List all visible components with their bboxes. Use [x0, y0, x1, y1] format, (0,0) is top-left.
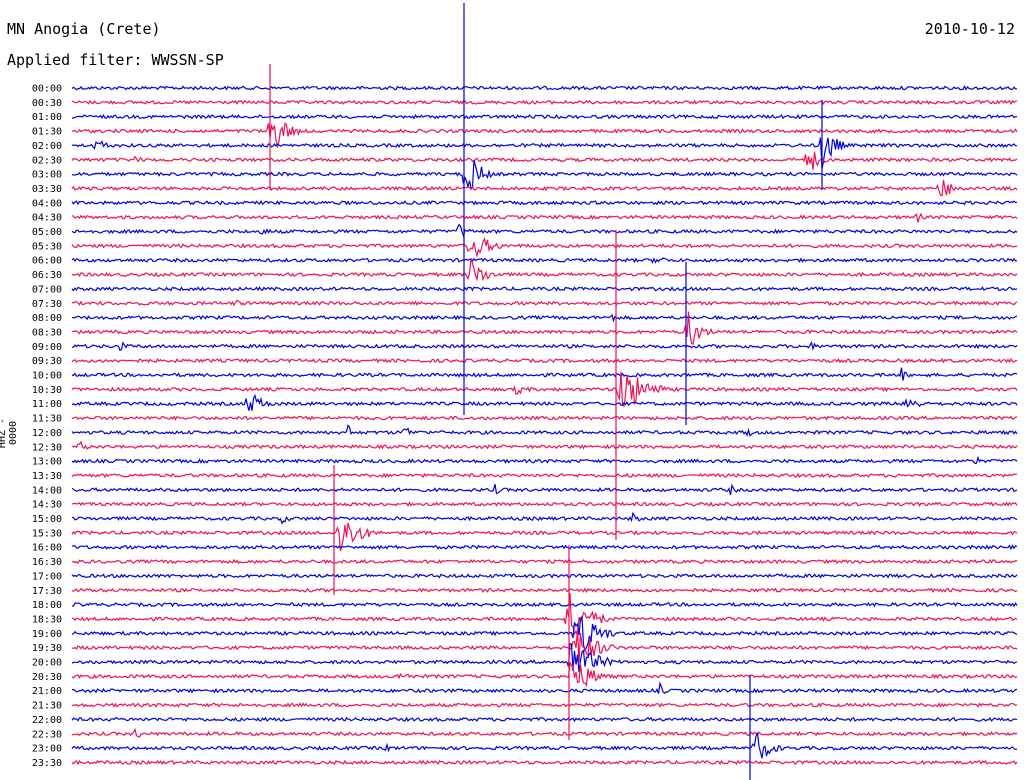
time-label: 21:30 — [32, 701, 62, 712]
time-label: 19:00 — [32, 629, 62, 640]
trace-line — [71, 727, 1018, 738]
time-label: 14:30 — [32, 500, 62, 511]
trace-line — [71, 592, 1018, 637]
trace-line — [71, 716, 1018, 723]
trace-line — [71, 137, 1018, 169]
time-label: 10:00 — [32, 371, 62, 382]
trace-line — [71, 483, 1018, 496]
trace-line — [71, 511, 1018, 525]
time-label: 18:30 — [32, 614, 62, 625]
trace-line — [71, 367, 1018, 381]
trace-line — [71, 601, 1018, 608]
trace-line — [71, 199, 1018, 206]
time-label: 19:30 — [32, 643, 62, 654]
trace-line — [71, 299, 1018, 307]
trace-line — [71, 85, 1018, 91]
trace-line — [71, 544, 1018, 551]
trace-line — [71, 122, 1018, 149]
time-label: 06:00 — [32, 256, 62, 267]
trace-line — [71, 681, 1018, 695]
time-label: 02:30 — [32, 155, 62, 166]
time-label: 05:30 — [32, 241, 62, 252]
trace-line — [71, 113, 1018, 120]
trace-line — [71, 702, 1018, 708]
time-label: 04:30 — [32, 213, 62, 224]
time-label: 00:00 — [32, 84, 62, 95]
trace-line — [71, 259, 1018, 282]
time-label: 02:00 — [32, 141, 62, 152]
time-label: 13:00 — [32, 457, 62, 468]
time-label: 18:00 — [32, 600, 62, 611]
time-label: 14:00 — [32, 485, 62, 496]
time-label: 16:00 — [32, 543, 62, 554]
trace-line — [71, 236, 1018, 258]
trace-line — [71, 615, 1018, 653]
time-label: 01:30 — [32, 127, 62, 138]
trace-line — [71, 151, 1018, 170]
time-label: 23:30 — [32, 758, 62, 769]
time-label: 15:00 — [32, 514, 62, 525]
trace-line — [71, 223, 1018, 239]
trace-line — [71, 587, 1018, 594]
time-label: 01:00 — [32, 112, 62, 123]
time-label: 04:00 — [32, 198, 62, 209]
time-label: 03:30 — [32, 184, 62, 195]
trace-line — [71, 212, 1018, 223]
time-label: 23:00 — [32, 744, 62, 755]
trace-line — [71, 573, 1018, 579]
trace-line — [71, 341, 1018, 352]
time-label: 22:00 — [32, 715, 62, 726]
trace-line — [71, 424, 1018, 437]
time-label: 07:00 — [32, 284, 62, 295]
trace-line — [71, 159, 1018, 189]
trace-line — [71, 558, 1018, 565]
time-label: 09:30 — [32, 356, 62, 367]
time-label: 20:30 — [32, 672, 62, 683]
trace-line — [71, 313, 1018, 323]
trace-line — [71, 630, 1018, 662]
trace-line — [71, 357, 1018, 364]
time-label: 12:30 — [32, 442, 62, 453]
time-label: 22:30 — [32, 729, 62, 740]
trace-line — [71, 732, 1018, 759]
time-label: 00:30 — [32, 98, 62, 109]
trace-line — [71, 415, 1017, 421]
trace-line — [71, 99, 1018, 106]
time-label: 13:30 — [32, 471, 62, 482]
trace-line — [71, 455, 1018, 465]
trace-line — [71, 393, 1018, 411]
trace-line — [71, 472, 1018, 479]
time-label: 07:30 — [32, 299, 62, 310]
time-label: 10:30 — [32, 385, 62, 396]
time-label: 20:00 — [32, 658, 62, 669]
time-label: 12:00 — [32, 428, 62, 439]
time-label: 09:00 — [32, 342, 62, 353]
trace-line — [71, 440, 1018, 450]
time-label: 08:30 — [32, 327, 62, 338]
trace-line — [71, 179, 1018, 197]
time-label: 15:30 — [32, 528, 62, 539]
trace-line — [71, 661, 1018, 687]
time-label: 08:00 — [32, 313, 62, 324]
time-label: 11:30 — [32, 414, 62, 425]
trace-line — [71, 501, 1018, 507]
time-label: 16:30 — [32, 557, 62, 568]
time-label: 21:00 — [32, 686, 62, 697]
trace-line — [71, 285, 1018, 292]
time-label: 11:00 — [32, 399, 62, 410]
helicorder-plot: 00:00 00:30 01:00 01:30 02:00 02:30 03:00 03:30… — [32, 3, 1018, 780]
time-label: 17:30 — [32, 586, 62, 597]
time-label: 17:00 — [32, 571, 62, 582]
trace-line — [71, 759, 1018, 766]
trace-line — [71, 257, 1018, 264]
time-label: 06:30 — [32, 270, 62, 281]
time-label: 05:00 — [32, 227, 62, 238]
time-label: 03:00 — [32, 170, 62, 181]
